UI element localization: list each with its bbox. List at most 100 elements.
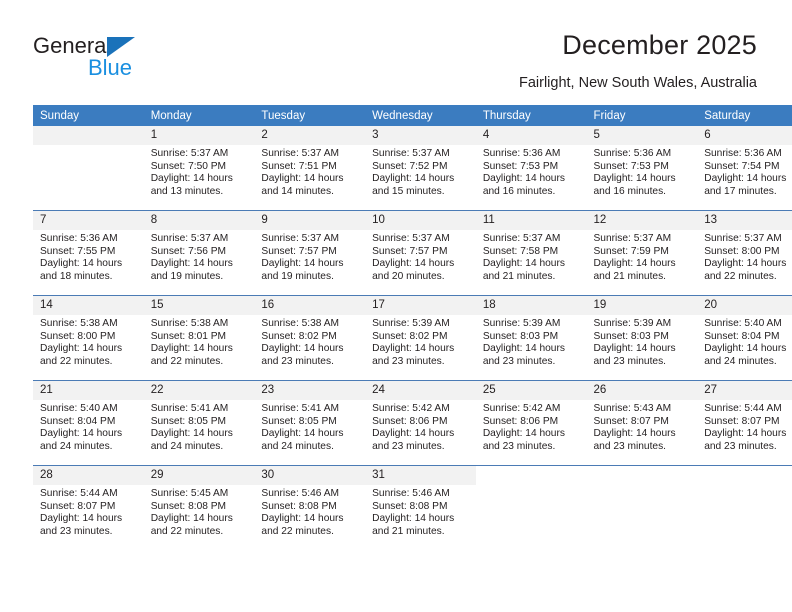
calendar-day-cell[interactable]: 27 Sunrise: 5:44 AM Sunset: 8:07 PM Dayligh… bbox=[697, 381, 792, 465]
day-number: 10 bbox=[365, 211, 476, 230]
daylight-text: and 17 minutes. bbox=[704, 185, 777, 197]
sunset-text: Sunset: 7:54 PM bbox=[704, 160, 780, 172]
day-sun-info: Sunrise: 5:37 AM Sunset: 8:00 PM Daylight:… bbox=[697, 230, 792, 283]
sunset-text: Sunset: 7:59 PM bbox=[593, 245, 669, 257]
calendar-day-cell[interactable]: 3 Sunrise: 5:37 AM Sunset: 7:52 PM Daylight… bbox=[365, 126, 476, 210]
sunrise-text: Sunrise: 5:37 AM bbox=[593, 233, 672, 244]
daylight-text: and 23 minutes. bbox=[40, 525, 113, 537]
daylight-text: and 23 minutes. bbox=[372, 355, 445, 367]
sunrise-text: Sunrise: 5:43 AM bbox=[593, 403, 672, 414]
calendar-day-cell[interactable]: 4 Sunrise: 5:36 AM Sunset: 7:53 PM Daylight… bbox=[475, 126, 587, 210]
general-blue-logo[interactable]: General Blue bbox=[33, 34, 233, 82]
calendar-day-cell[interactable]: 6 Sunrise: 5:36 AM Sunset: 7:54 PM Daylight… bbox=[697, 126, 792, 210]
calendar-day-cell[interactable]: 26 Sunrise: 5:43 AM Sunset: 8:07 PM Dayligh… bbox=[586, 381, 698, 465]
calendar-day-cell[interactable]: 29 Sunrise: 5:45 AM Sunset: 8:08 PM Dayligh… bbox=[143, 466, 255, 550]
sunset-text: Sunset: 8:05 PM bbox=[150, 415, 227, 427]
calendar-day-cell[interactable]: 1 Sunrise: 5:37 AM Sunset: 7:50 PM Daylight… bbox=[143, 126, 255, 210]
daylight-text: Daylight: 14 hours bbox=[482, 428, 565, 440]
calendar-day-cell[interactable]: 13 Sunrise: 5:37 AM Sunset: 8:00 PM Dayligh… bbox=[697, 211, 792, 295]
calendar-day-cell[interactable]: 18 Sunrise: 5:39 AM Sunset: 8:03 PM Dayligh… bbox=[475, 296, 587, 380]
day-number: 1 bbox=[143, 126, 255, 145]
day-number: 27 bbox=[697, 381, 792, 400]
day-number: 28 bbox=[33, 466, 144, 485]
calendar-day-cell[interactable]: 15 Sunrise: 5:38 AM Sunset: 8:01 PM Dayligh… bbox=[143, 296, 255, 380]
sunset-text: Sunset: 8:08 PM bbox=[372, 500, 448, 512]
daylight-text: and 21 minutes. bbox=[372, 525, 445, 537]
logo-triangle-icon bbox=[107, 37, 135, 57]
day-sun-info: Sunrise: 5:37 AM Sunset: 7:51 PM Daylight:… bbox=[254, 145, 365, 198]
day-sun-info: Sunrise: 5:36 AM Sunset: 7:53 PM Daylight:… bbox=[587, 145, 698, 198]
day-number: 12 bbox=[586, 211, 698, 230]
calendar-day-cell[interactable]: 11 Sunrise: 5:37 AM Sunset: 7:58 PM Dayligh… bbox=[475, 211, 587, 295]
calendar-day-cell[interactable]: 8 Sunrise: 5:37 AM Sunset: 7:56 PM Daylight… bbox=[143, 211, 255, 295]
calendar-day-cell[interactable]: 12 Sunrise: 5:37 AM Sunset: 7:59 PM Dayligh… bbox=[586, 211, 698, 295]
day-sun-info: Sunrise: 5:39 AM Sunset: 8:02 PM Daylight:… bbox=[365, 315, 476, 368]
calendar-day-cell[interactable]: 5 Sunrise: 5:36 AM Sunset: 7:53 PM Daylight… bbox=[586, 126, 698, 210]
calendar-day-cell[interactable]: 14 Sunrise: 5:38 AM Sunset: 8:00 PM Dayligh… bbox=[33, 296, 144, 380]
sunrise-text: Sunrise: 5:36 AM bbox=[593, 148, 672, 159]
calendar-day-cell[interactable]: 21 Sunrise: 5:40 AM Sunset: 8:04 PM Dayligh… bbox=[33, 381, 144, 465]
daylight-text: and 15 minutes. bbox=[372, 185, 445, 197]
daylight-text: and 22 minutes. bbox=[704, 270, 777, 282]
weekday-header-friday: Friday bbox=[586, 105, 698, 126]
calendar-day-cell[interactable]: 17 Sunrise: 5:39 AM Sunset: 8:02 PM Dayligh… bbox=[365, 296, 476, 380]
daylight-text: and 21 minutes. bbox=[482, 270, 556, 282]
calendar-week-row: 14 Sunrise: 5:38 AM Sunset: 8:00 PM Dayligh… bbox=[33, 295, 792, 381]
calendar-day-cell[interactable]: 31 Sunrise: 5:46 AM Sunset: 8:08 PM Dayligh… bbox=[365, 466, 476, 550]
calendar-day-cell[interactable]: 30 Sunrise: 5:46 AM Sunset: 8:08 PM Dayligh… bbox=[254, 466, 366, 550]
daylight-text: Daylight: 14 hours bbox=[261, 513, 344, 525]
sunset-text: Sunset: 8:02 PM bbox=[372, 330, 448, 342]
calendar-day-cell[interactable]: 2 Sunrise: 5:37 AM Sunset: 7:51 PM Daylight… bbox=[254, 126, 366, 210]
sunrise-text: Sunrise: 5:36 AM bbox=[704, 148, 782, 159]
day-sun-info: Sunrise: 5:46 AM Sunset: 8:08 PM Daylight:… bbox=[365, 485, 476, 538]
day-number: 25 bbox=[475, 381, 587, 400]
calendar-day-cell[interactable]: 25 Sunrise: 5:42 AM Sunset: 8:06 PM Dayligh… bbox=[475, 381, 587, 465]
daylight-text: and 22 minutes. bbox=[261, 525, 334, 537]
daylight-text: and 24 minutes. bbox=[150, 440, 224, 452]
calendar-day-cell[interactable]: 23 Sunrise: 5:41 AM Sunset: 8:05 PM Dayligh… bbox=[254, 381, 366, 465]
calendar-day-cell[interactable]: 7 Sunrise: 5:36 AM Sunset: 7:55 PM Daylight… bbox=[33, 211, 144, 295]
sunrise-text: Sunrise: 5:37 AM bbox=[261, 148, 339, 159]
daylight-text: and 21 minutes. bbox=[593, 270, 667, 282]
sunset-text: Sunset: 8:00 PM bbox=[40, 330, 116, 342]
calendar-day-cell[interactable]: 24 Sunrise: 5:42 AM Sunset: 8:06 PM Dayligh… bbox=[365, 381, 476, 465]
calendar-week-row: 1 Sunrise: 5:37 AM Sunset: 7:50 PM Daylight… bbox=[33, 126, 792, 211]
day-number: 7 bbox=[33, 211, 144, 230]
day-sun-info: Sunrise: 5:41 AM Sunset: 8:05 PM Daylight:… bbox=[254, 400, 365, 453]
daylight-text: Daylight: 14 hours bbox=[482, 343, 565, 355]
sunset-text: Sunset: 7:50 PM bbox=[150, 160, 227, 172]
day-sun-info: Sunrise: 5:37 AM Sunset: 7:50 PM Daylight:… bbox=[144, 145, 255, 198]
day-number: 20 bbox=[697, 296, 792, 315]
daylight-text: and 23 minutes. bbox=[704, 440, 777, 452]
calendar-day-cell[interactable]: 16 Sunrise: 5:38 AM Sunset: 8:02 PM Dayligh… bbox=[254, 296, 366, 380]
day-number: 14 bbox=[33, 296, 144, 315]
calendar-day-cell[interactable]: 28 Sunrise: 5:44 AM Sunset: 8:07 PM Dayligh… bbox=[33, 466, 144, 550]
sunrise-text: Sunrise: 5:37 AM bbox=[261, 233, 339, 244]
daylight-text: Daylight: 14 hours bbox=[40, 343, 123, 355]
day-sun-info: Sunrise: 5:37 AM Sunset: 7:58 PM Daylight:… bbox=[476, 230, 587, 283]
day-number bbox=[586, 466, 698, 485]
daylight-text: and 23 minutes. bbox=[482, 355, 556, 367]
day-sun-info: Sunrise: 5:37 AM Sunset: 7:59 PM Daylight:… bbox=[587, 230, 698, 283]
calendar-day-cell[interactable]: 19 Sunrise: 5:39 AM Sunset: 8:03 PM Dayligh… bbox=[586, 296, 698, 380]
calendar-day-cell[interactable]: 10 Sunrise: 5:37 AM Sunset: 7:57 PM Dayligh… bbox=[365, 211, 476, 295]
day-sun-info: Sunrise: 5:43 AM Sunset: 8:07 PM Daylight:… bbox=[587, 400, 698, 453]
day-number: 2 bbox=[254, 126, 366, 145]
calendar-day-cell[interactable]: 20 Sunrise: 5:40 AM Sunset: 8:04 PM Dayligh… bbox=[697, 296, 792, 380]
day-sun-info: Sunrise: 5:36 AM Sunset: 7:55 PM Daylight:… bbox=[33, 230, 144, 283]
daylight-text: Daylight: 14 hours bbox=[593, 343, 676, 355]
daylight-text: and 22 minutes. bbox=[40, 355, 113, 367]
day-number: 3 bbox=[365, 126, 476, 145]
day-sun-info: Sunrise: 5:39 AM Sunset: 8:03 PM Daylight:… bbox=[587, 315, 698, 368]
sunrise-text: Sunrise: 5:44 AM bbox=[704, 403, 782, 414]
sunrise-text: Sunrise: 5:36 AM bbox=[482, 148, 561, 159]
sunrise-text: Sunrise: 5:44 AM bbox=[40, 488, 118, 499]
sunrise-text: Sunrise: 5:41 AM bbox=[261, 403, 339, 414]
sunset-text: Sunset: 7:57 PM bbox=[372, 245, 448, 257]
calendar-day-cell[interactable]: 9 Sunrise: 5:37 AM Sunset: 7:57 PM Daylight… bbox=[254, 211, 366, 295]
sunset-text: Sunset: 7:55 PM bbox=[40, 245, 116, 257]
calendar-day-cell[interactable]: 22 Sunrise: 5:41 AM Sunset: 8:05 PM Dayligh… bbox=[143, 381, 255, 465]
daylight-text: Daylight: 14 hours bbox=[372, 258, 455, 270]
logo-text-blue: Blue bbox=[88, 55, 133, 80]
calendar-week-row: 21 Sunrise: 5:40 AM Sunset: 8:04 PM Dayligh… bbox=[33, 380, 792, 466]
